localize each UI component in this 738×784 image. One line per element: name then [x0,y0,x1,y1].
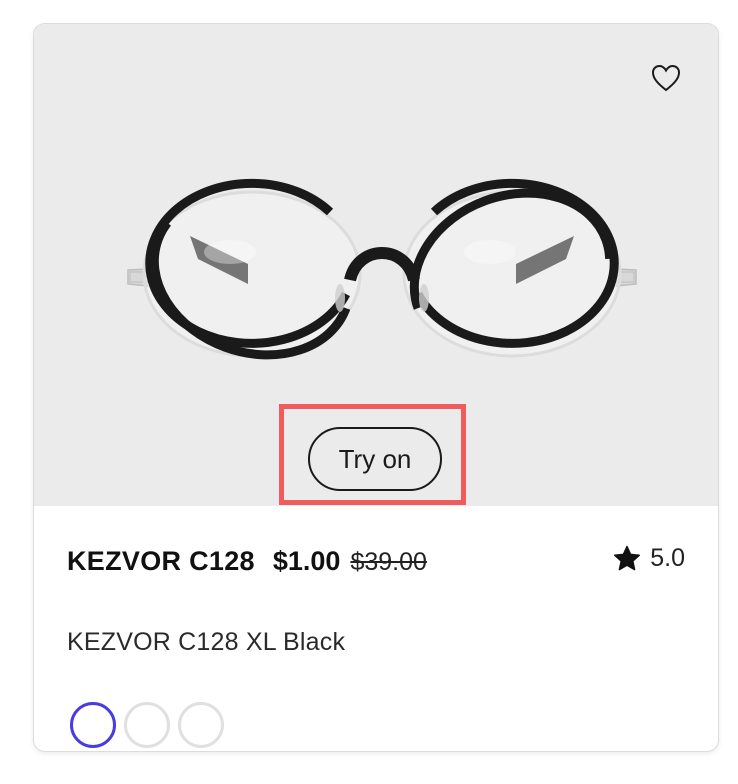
eyeglasses-image [127,178,637,360]
product-name[interactable]: KEZVOR C128 [67,546,255,577]
color-swatch[interactable] [124,702,170,748]
color-swatches [70,702,224,748]
color-swatch[interactable] [178,702,224,748]
product-image-area[interactable]: Try on [34,24,718,506]
product-card[interactable]: Try on KEZVOR C128 $1.00 $39.00 5.0 KEZV… [33,23,719,752]
product-rating: 5.0 [613,544,685,573]
wishlist-button[interactable] [650,62,682,94]
product-variant: KEZVOR C128 XL Black [67,628,346,656]
heart-icon [651,64,681,92]
original-price: $39.00 [350,548,427,576]
star-icon [614,545,641,570]
color-swatch[interactable] [70,702,116,748]
rating-value: 5.0 [650,544,685,572]
title-row: KEZVOR C128 $1.00 $39.00 [67,546,427,577]
try-on-button[interactable]: Try on [308,427,442,491]
product-price: $1.00 [272,546,341,576]
product-info: KEZVOR C128 $1.00 $39.00 5.0 KEZVOR C128… [34,506,718,751]
